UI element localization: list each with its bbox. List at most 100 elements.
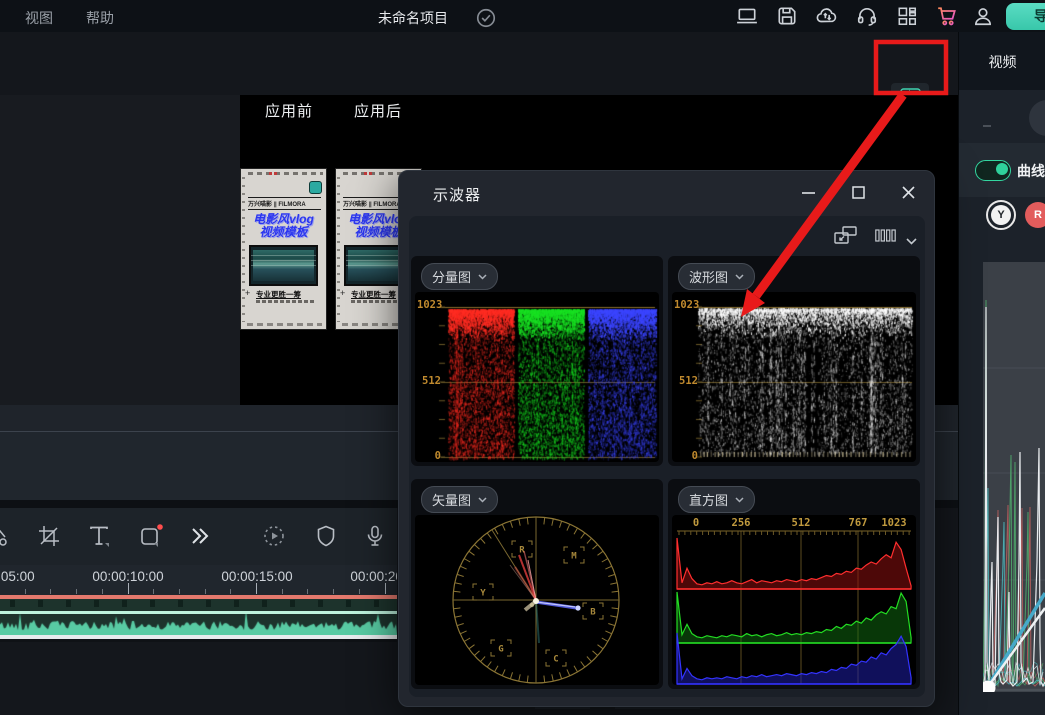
- thumb-brand: 万兴喵影 ∥ FILMORA: [248, 197, 321, 210]
- export-label: 导出: [1034, 8, 1045, 24]
- thumb-subline: [256, 300, 314, 303]
- vectorscope-type-dropdown[interactable]: 矢量图: [421, 486, 498, 513]
- svg-text:B: B: [590, 608, 596, 618]
- chevron-down-icon: [478, 274, 487, 280]
- laptop-icon[interactable]: [736, 5, 758, 27]
- axis-label: 1023: [417, 299, 441, 311]
- ruler-tick: [282, 589, 283, 594]
- thumb-bottom-marks: [247, 323, 322, 326]
- maximize-button[interactable]: [845, 179, 871, 205]
- headset-icon[interactable]: [856, 5, 878, 27]
- voiceover-mic-icon[interactable]: [363, 524, 387, 548]
- tab-video[interactable]: 视频: [959, 52, 1045, 72]
- ruler-tick: [153, 589, 154, 594]
- ruler-tick: [50, 589, 51, 594]
- thumb-red-dot: [274, 172, 277, 175]
- compare-view-icon[interactable]: [834, 226, 857, 246]
- export-button[interactable]: 导出: [1006, 3, 1045, 30]
- histogram-panel: 直方图 0 256 512 767 1023: [668, 479, 920, 689]
- thumb-red-dot: [364, 172, 367, 175]
- svg-text:G: G: [498, 645, 503, 655]
- vectorscope-panel: 矢量图 RMYBGC: [411, 479, 663, 689]
- ruler-tick: [205, 589, 206, 594]
- thumb-plus-mark: +: [245, 288, 250, 298]
- parade-display: 1023 512 0: [415, 292, 659, 462]
- split-tool-icon[interactable]: [0, 524, 10, 548]
- close-button[interactable]: [895, 179, 921, 205]
- thumb-edge-marks: [242, 177, 245, 322]
- axis-label: 0: [674, 450, 698, 462]
- thumb-photo: [249, 245, 318, 286]
- marker-shield-icon[interactable]: [314, 524, 338, 548]
- menu-help[interactable]: 帮助: [86, 8, 114, 28]
- timeline-ruler[interactable]: 00:00:05:00 00:00:10:00 00:00:15:00 00:00:2…: [0, 565, 397, 595]
- chevron-down-icon[interactable]: [906, 232, 917, 252]
- timeline-timestamp: 00:00:10:00: [78, 569, 178, 584]
- vectorscope-dropdown-label: 矢量图: [432, 490, 471, 509]
- divider: [0, 639, 397, 642]
- svg-text:C: C: [553, 655, 558, 665]
- cloud-sync-icon[interactable]: [816, 5, 838, 27]
- project-saved-check-icon: [475, 7, 497, 29]
- partial-pill-button[interactable]: B: [1029, 100, 1045, 136]
- audio-clip-waveform[interactable]: [0, 614, 397, 635]
- thumb-plus-mark: +: [340, 288, 345, 298]
- waveform-type-dropdown[interactable]: 波形图: [678, 263, 755, 290]
- waveform-dropdown-label: 波形图: [689, 267, 728, 286]
- axis-label: 767: [842, 517, 874, 529]
- histogram-type-dropdown[interactable]: 直方图: [678, 486, 755, 513]
- collapsed-label-dash: [983, 125, 991, 127]
- timeline-timestamp: 00:00:05:00: [0, 569, 49, 584]
- axis-label: 512: [674, 375, 698, 387]
- curves-label: 曲线: [1017, 161, 1045, 181]
- crop-tool-icon[interactable]: [37, 524, 61, 548]
- toggle-knob: [996, 163, 1008, 175]
- ruler-tick: [307, 589, 308, 594]
- shapes-tool-icon[interactable]: [139, 524, 163, 548]
- render-preview-icon[interactable]: [262, 524, 286, 548]
- chevron-down-icon: [735, 497, 744, 503]
- ruler-tick: [333, 589, 334, 594]
- axis-label: 512: [417, 375, 441, 387]
- timeline-timestamp: 00:00:20:00: [336, 569, 397, 584]
- curves-row: 曲线: [959, 143, 1045, 197]
- histogram-dropdown-label: 直方图: [689, 490, 728, 509]
- timeline-timestamp: 00:00:15:00: [207, 569, 307, 584]
- curves-toggle[interactable]: [975, 160, 1011, 181]
- more-tools-icon[interactable]: [187, 524, 211, 548]
- store-cart-icon[interactable]: [936, 5, 958, 27]
- axis-label: 1023: [878, 517, 910, 529]
- account-icon[interactable]: [972, 5, 994, 27]
- ruler-tick: [385, 583, 386, 594]
- channel-y-label: Y: [991, 205, 1011, 225]
- ruler-tick: [128, 583, 129, 594]
- preview-toolbar-strip: [0, 32, 958, 95]
- axis-label: 512: [785, 517, 817, 529]
- minimize-button[interactable]: [795, 179, 821, 205]
- thumb-title: 电影风vlog视频模板: [243, 213, 324, 239]
- apps-grid-icon[interactable]: [896, 5, 918, 27]
- channel-y-button[interactable]: Y: [986, 200, 1016, 230]
- scopes-window[interactable]: 示波器 分量图 1023 512 0: [398, 170, 935, 707]
- thumb-red-dot: [269, 172, 272, 175]
- svg-text:Y: Y: [480, 589, 486, 599]
- layout-columns-icon[interactable]: [875, 228, 896, 248]
- preview-left-gutter: [0, 95, 240, 405]
- parade-panel: 分量图 1023 512 0: [411, 256, 663, 466]
- save-icon[interactable]: [776, 5, 798, 27]
- axis-label: 0: [680, 517, 712, 529]
- ruler-tick: [359, 589, 360, 594]
- ruler-tick: [102, 589, 103, 594]
- channel-r-button[interactable]: R: [1025, 202, 1045, 228]
- curves-editor[interactable]: [983, 262, 1045, 692]
- scopes-content: 分量图 1023 512 0 波形图 1023 512 0: [409, 216, 925, 697]
- parade-type-dropdown[interactable]: 分量图: [421, 263, 498, 290]
- parade-dropdown-label: 分量图: [432, 267, 471, 286]
- histogram-display: 0 256 512 767 1023: [672, 515, 916, 685]
- filmora-badge-icon: [309, 181, 322, 194]
- before-label: 应用前: [265, 100, 313, 121]
- text-tool-icon[interactable]: [87, 524, 111, 548]
- chevron-down-icon: [478, 497, 487, 503]
- menu-view[interactable]: 视图: [25, 8, 53, 28]
- panel-tabbar: 视频: [959, 32, 1045, 90]
